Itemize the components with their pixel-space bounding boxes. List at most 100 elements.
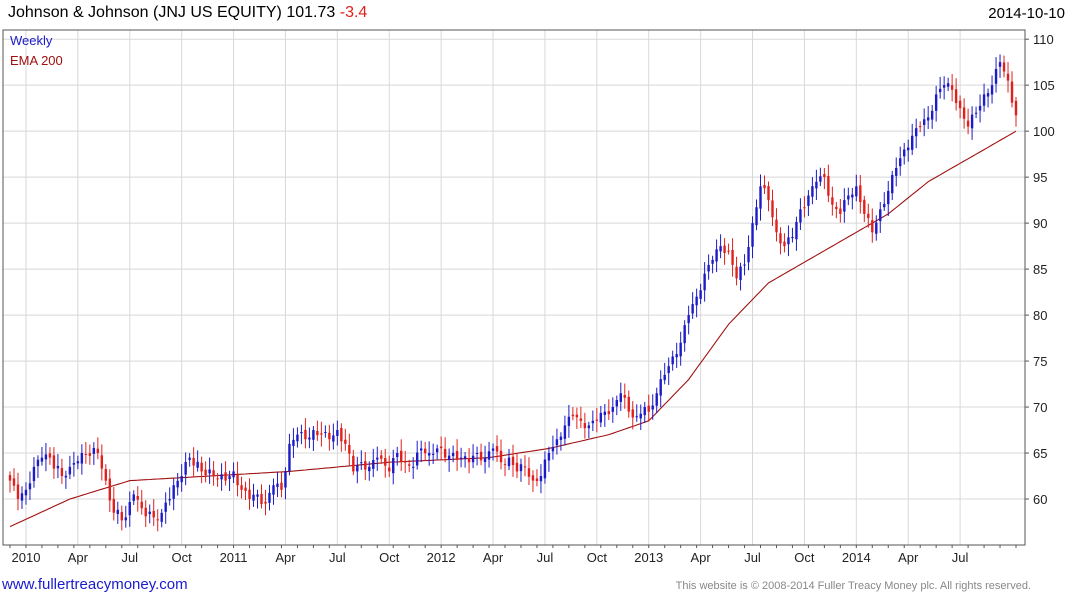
candle-body	[903, 149, 906, 157]
candle-body	[895, 167, 898, 176]
candle-body	[300, 432, 303, 434]
candle-body	[479, 451, 483, 461]
candle-body	[731, 249, 734, 265]
candle-body	[547, 453, 551, 461]
x-tick-label: Apr	[275, 550, 296, 565]
candle-body	[200, 462, 203, 472]
candle-body	[32, 466, 36, 482]
candle-body	[907, 147, 910, 151]
candle-body	[559, 436, 563, 440]
candle-body	[583, 423, 587, 429]
candle-body	[52, 455, 56, 469]
candle-body	[815, 181, 818, 189]
x-tick-label: Oct	[794, 550, 815, 565]
x-tick-label: Oct	[379, 550, 400, 565]
candle-body	[551, 447, 555, 452]
candle-body	[922, 119, 926, 125]
y-tick-label: 75	[1033, 354, 1047, 369]
candle-body	[340, 428, 343, 442]
candle-body	[703, 273, 706, 291]
candle-body	[926, 117, 930, 121]
y-tick-label: 105	[1033, 78, 1055, 93]
candle-body	[168, 499, 171, 501]
y-tick-label: 80	[1033, 308, 1047, 323]
candle-body	[24, 489, 28, 496]
candle-body	[224, 472, 227, 481]
candle-body	[451, 453, 455, 457]
candle-body	[759, 186, 762, 209]
candle-body	[719, 246, 722, 252]
candle-body	[1014, 100, 1018, 116]
candle-body	[312, 430, 315, 440]
candle-body	[328, 432, 331, 440]
candle-body	[555, 439, 559, 446]
candle-body	[779, 233, 782, 244]
candle-body	[775, 219, 778, 233]
candle-body	[787, 237, 790, 245]
candle-body	[264, 501, 267, 504]
candle-body	[615, 400, 618, 407]
candle-body	[8, 475, 12, 481]
y-tick-label: 90	[1033, 216, 1047, 231]
candle-body	[659, 379, 662, 396]
candle-body	[839, 208, 842, 214]
candle-body	[408, 464, 411, 466]
candle-body	[639, 413, 642, 419]
candle-body	[380, 455, 383, 459]
candle-body	[539, 476, 543, 482]
candle-body	[48, 453, 52, 458]
candle-body	[950, 85, 954, 90]
candle-body	[599, 412, 603, 423]
x-tick-label: Oct	[172, 550, 193, 565]
candle-body	[463, 456, 467, 459]
candle-body	[727, 250, 730, 252]
candle-body	[212, 470, 215, 477]
site-link[interactable]: www.fullertreacymoney.com	[2, 576, 188, 593]
candle-body	[655, 393, 658, 406]
candle-body	[743, 264, 746, 266]
candle-body	[80, 453, 84, 464]
candle-body	[567, 416, 571, 426]
candle-body	[332, 435, 335, 442]
candle-body	[883, 203, 886, 208]
candle-body	[64, 475, 68, 478]
x-tick-label: Apr	[483, 550, 504, 565]
candle-body	[483, 457, 487, 462]
candle-body	[519, 464, 523, 472]
candle-body	[316, 431, 319, 436]
y-tick-label: 95	[1033, 170, 1047, 185]
candle-body	[124, 517, 127, 521]
candle-body	[88, 453, 92, 456]
candle-body	[595, 419, 599, 421]
candle-body	[40, 457, 44, 462]
candle-body	[148, 511, 151, 515]
x-tick-label: Oct	[587, 550, 608, 565]
x-tick-label: 2011	[220, 550, 248, 565]
candle-body	[272, 485, 275, 495]
y-tick-label: 60	[1033, 492, 1047, 507]
candle-body	[100, 455, 104, 469]
candle-body	[431, 453, 435, 455]
candle-body	[970, 114, 974, 129]
candle-body	[352, 455, 355, 472]
candle-body	[104, 469, 108, 481]
candle-body	[384, 458, 387, 466]
candle-body	[998, 62, 1002, 67]
candle-body	[527, 468, 531, 477]
candle-body	[296, 434, 299, 442]
copyright-notice: This website is © 2008-2014 Fuller Treac…	[675, 580, 1031, 592]
candle-body	[324, 431, 327, 433]
candle-body	[308, 437, 311, 440]
candle-body	[44, 454, 48, 460]
candle-body	[914, 128, 918, 137]
candle-body	[511, 456, 515, 466]
candle-body	[411, 466, 415, 468]
legend-entry: EMA 200	[10, 53, 63, 68]
candle-body	[942, 85, 946, 88]
candle-body	[256, 494, 259, 497]
candle-body	[336, 430, 339, 436]
candle-body	[795, 221, 798, 240]
candle-body	[72, 463, 76, 465]
candle-body	[152, 510, 155, 518]
x-tick-label: Jul	[744, 550, 761, 565]
